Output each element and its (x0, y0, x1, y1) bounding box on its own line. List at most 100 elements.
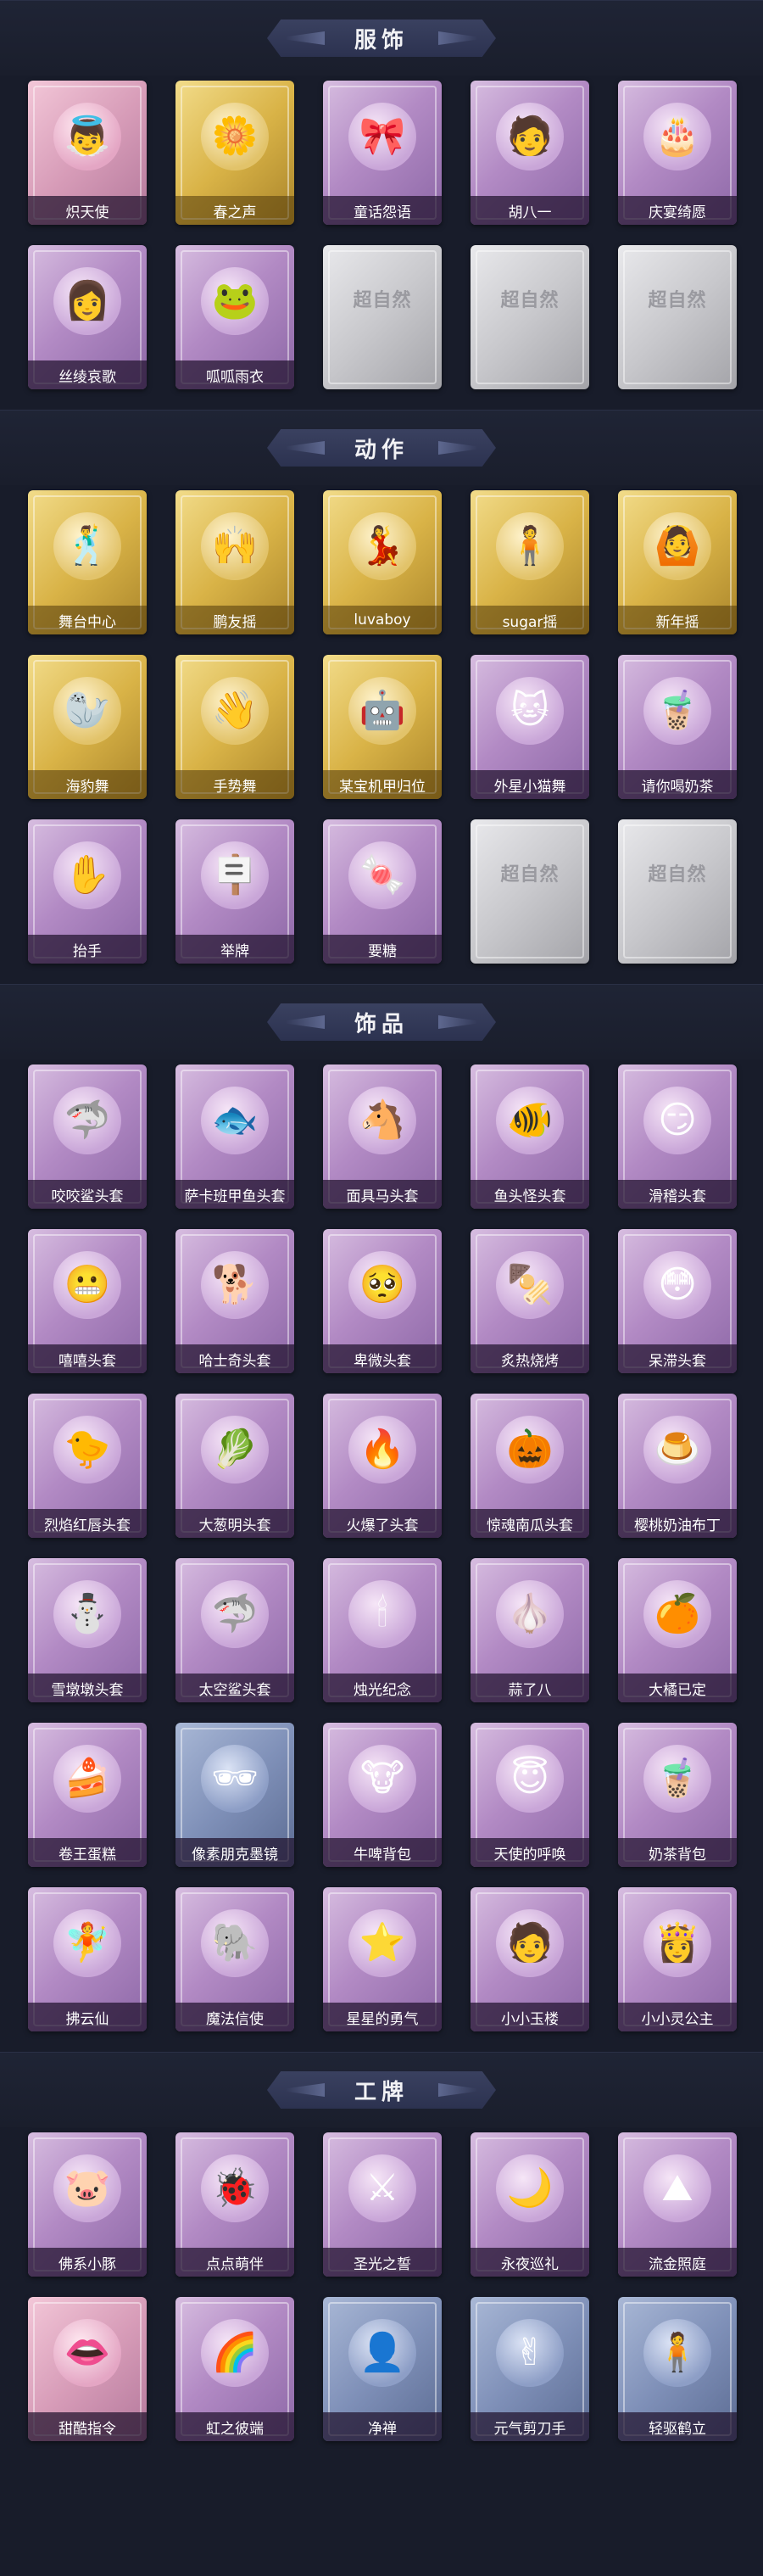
section-banner: 工牌 (267, 2071, 496, 2109)
item-card[interactable]: 🍬 要糖 (323, 819, 442, 964)
banner-decoration-right (438, 31, 477, 45)
item-card[interactable]: 🐱 外星小猫舞 (471, 655, 589, 799)
item-label: 点点萌伴 (175, 2248, 294, 2277)
item-label: 火爆了头套 (323, 1509, 442, 1538)
item-art-icon: 🕺 (53, 512, 121, 580)
item-grid: 🐷 佛系小豚 🐞 点点萌伴 ⚔ 圣光之誓 🌙 永夜巡礼 ⛰ 流金照庭 👄 甜酷指令 🌈 虹之彼端 👤 净禅 ✌ 元… (0, 2127, 763, 2461)
item-card[interactable]: 👄 甜酷指令 (28, 2297, 147, 2441)
item-card[interactable]: 超自然 (618, 245, 737, 389)
item-card[interactable]: 🧍 sugar摇 (471, 490, 589, 634)
item-card[interactable]: 超自然 (471, 245, 589, 389)
item-art-icon: 😏 (643, 1087, 711, 1154)
item-card[interactable]: 🔥 火爆了头套 (323, 1394, 442, 1538)
item-art-icon: 🙌 (201, 512, 269, 580)
item-card[interactable]: 🥺 卑微头套 (323, 1229, 442, 1373)
item-card[interactable]: 😬 嘻嘻头套 (28, 1229, 147, 1373)
item-label: 轻驱鹤立 (618, 2412, 737, 2441)
item-card[interactable]: ✋ 抬手 (28, 819, 147, 964)
item-card[interactable]: 😳 呆滞头套 (618, 1229, 737, 1373)
item-card[interactable]: 🐮 牛啤背包 (323, 1723, 442, 1867)
item-art-icon: 🎃 (496, 1416, 564, 1484)
item-card[interactable]: 🎂 庆宴绮愿 (618, 81, 737, 225)
item-art-icon: 🧑 (496, 1909, 564, 1977)
item-card[interactable]: 💃 luvaboy (323, 490, 442, 634)
item-card[interactable]: 🌈 虹之彼端 (175, 2297, 294, 2441)
item-label: 牛啤背包 (323, 1838, 442, 1867)
item-card[interactable]: 🌼 春之声 (175, 81, 294, 225)
item-card[interactable]: 🐸 呱呱雨衣 (175, 245, 294, 389)
item-card[interactable]: 🍰 卷王蛋糕 (28, 1723, 147, 1867)
item-card[interactable]: 🎀 童话怨语 (323, 81, 442, 225)
item-card[interactable]: 👤 净禅 (323, 2297, 442, 2441)
item-card[interactable]: 🍢 炙热烧烤 (471, 1229, 589, 1373)
item-card[interactable]: 🤖 某宝机甲归位 (323, 655, 442, 799)
item-card[interactable]: 🐤 烈焰红唇头套 (28, 1394, 147, 1538)
item-card[interactable]: 🕺 舞台中心 (28, 490, 147, 634)
item-label: 魔法信使 (175, 2003, 294, 2031)
item-label: 滑稽头套 (618, 1180, 737, 1209)
item-card[interactable]: 🙌 鹏友摇 (175, 490, 294, 634)
item-card[interactable]: 🧑 胡八一 (471, 81, 589, 225)
item-card[interactable]: ⛄ 雪墩墩头套 (28, 1558, 147, 1702)
item-card[interactable]: 🐴 面具马头套 (323, 1064, 442, 1209)
item-art-icon: 🐴 (348, 1087, 416, 1154)
item-card[interactable]: 😇 天使的呼唤 (471, 1723, 589, 1867)
item-card[interactable]: 🍮 樱桃奶油布丁 (618, 1394, 737, 1538)
item-card[interactable]: 🪧 举牌 (175, 819, 294, 964)
item-card[interactable]: 🧍 轻驱鹤立 (618, 2297, 737, 2441)
item-card[interactable]: 🐘 魔法信使 (175, 1887, 294, 2031)
item-card[interactable]: 👋 手势舞 (175, 655, 294, 799)
item-label: 大葱明头套 (175, 1509, 294, 1538)
item-card[interactable]: 超自然 (323, 245, 442, 389)
item-label: 萨卡班甲鱼头套 (175, 1180, 294, 1209)
item-card[interactable]: 🥬 大葱明头套 (175, 1394, 294, 1538)
item-label: 元气剪刀手 (471, 2412, 589, 2441)
item-card[interactable]: 🧚 拂云仙 (28, 1887, 147, 2031)
item-label: 丝绫哀歌 (28, 360, 147, 389)
item-card[interactable]: 😏 滑稽头套 (618, 1064, 737, 1209)
item-label: 炙热烧烤 (471, 1344, 589, 1373)
item-label: 手势舞 (175, 770, 294, 799)
item-label: 呱呱雨衣 (175, 360, 294, 389)
item-art-icon: 👸 (643, 1909, 711, 1977)
item-card[interactable]: ⚔ 圣光之誓 (323, 2132, 442, 2277)
item-art-icon: 😬 (53, 1251, 121, 1319)
item-card[interactable]: 🦈 咬咬鲨头套 (28, 1064, 147, 1209)
item-card[interactable]: 🕶 像素朋克墨镜 (175, 1723, 294, 1867)
item-card[interactable]: ⛰ 流金照庭 (618, 2132, 737, 2277)
item-label: 圣光之誓 (323, 2248, 442, 2277)
item-card[interactable]: 🧋 请你喝奶茶 (618, 655, 737, 799)
item-card[interactable]: ✌ 元气剪刀手 (471, 2297, 589, 2441)
item-card[interactable]: 超自然 (618, 819, 737, 964)
item-card[interactable]: 👼 炽天使 (28, 81, 147, 225)
item-card[interactable]: 🙆 新年摇 (618, 490, 737, 634)
item-card[interactable]: 🐟 萨卡班甲鱼头套 (175, 1064, 294, 1209)
item-label: 面具马头套 (323, 1180, 442, 1209)
item-label: 烛光纪念 (323, 1674, 442, 1702)
item-card[interactable]: 🎃 惊魂南瓜头套 (471, 1394, 589, 1538)
item-card[interactable]: ⭐ 星星的勇气 (323, 1887, 442, 2031)
item-label: 海豹舞 (28, 770, 147, 799)
item-card[interactable]: 🐷 佛系小豚 (28, 2132, 147, 2277)
item-card[interactable]: 🐕 哈士奇头套 (175, 1229, 294, 1373)
item-card[interactable]: 🌙 永夜巡礼 (471, 2132, 589, 2277)
item-card[interactable]: 👩 丝绫哀歌 (28, 245, 147, 389)
item-art-icon: 🧋 (643, 1745, 711, 1813)
item-label: 春之声 (175, 196, 294, 225)
item-card[interactable]: 🧑 小小玉楼 (471, 1887, 589, 2031)
item-art-icon: 🍮 (643, 1416, 711, 1484)
item-card[interactable]: 🦈 太空鲨头套 (175, 1558, 294, 1702)
item-card[interactable]: 🍊 大橘已定 (618, 1558, 737, 1702)
item-card[interactable]: 🧄 蒜了八 (471, 1558, 589, 1702)
item-grid: 🦈 咬咬鲨头套 🐟 萨卡班甲鱼头套 🐴 面具马头套 🐠 鱼头怪头套 😏 滑稽头套 😬 嘻嘻头套 🐕 哈士奇… (0, 1059, 763, 2052)
item-card[interactable]: 👸 小小灵公主 (618, 1887, 737, 2031)
item-card[interactable]: 🐠 鱼头怪头套 (471, 1064, 589, 1209)
item-art-icon: 🥺 (348, 1251, 416, 1319)
item-card[interactable]: 🕯 烛光纪念 (323, 1558, 442, 1702)
item-card[interactable]: 超自然 (471, 819, 589, 964)
banner-decoration-left (286, 441, 325, 455)
item-card[interactable]: 🦭 海豹舞 (28, 655, 147, 799)
item-label: 呆滞头套 (618, 1344, 737, 1373)
item-card[interactable]: 🐞 点点萌伴 (175, 2132, 294, 2277)
item-card[interactable]: 🧋 奶茶背包 (618, 1723, 737, 1867)
